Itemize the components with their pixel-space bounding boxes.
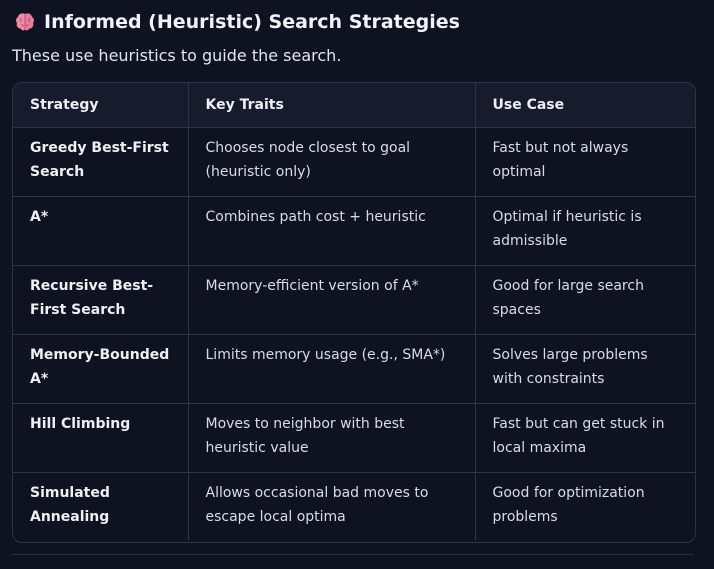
use-case-cell: Fast but can get stuck in local maxima <box>475 403 695 473</box>
table-row: Recursive Best-First Search Memory-effic… <box>13 265 695 335</box>
use-case-cell: Solves large problems with constraints <box>475 334 695 404</box>
traits-cell: Moves to neighbor with best heuristic va… <box>188 403 476 473</box>
traits-cell: Chooses node closest to goal (heuristic … <box>188 127 476 197</box>
traits-cell: Limits memory usage (e.g., SMA*) <box>188 334 476 404</box>
column-header-strategy: Strategy <box>13 83 189 128</box>
table-row: Memory-Bounded A* Limits memory usage (e… <box>13 334 695 404</box>
strategy-cell: Simulated Annealing <box>13 472 189 541</box>
page-title: Informed (Heuristic) Search Strategies <box>44 11 460 33</box>
strategy-cell: Greedy Best-First Search <box>13 127 189 197</box>
chat-message-content: Informed (Heuristic) Search Strategies T… <box>0 0 714 569</box>
intro-text: These use heuristics to guide the search… <box>12 46 342 65</box>
strategies-table: Strategy Key Traits Use Case Greedy Best… <box>12 82 696 543</box>
use-case-cell: Good for large search spaces <box>475 265 695 335</box>
table-row: Simulated Annealing Allows occasional ba… <box>13 472 695 541</box>
section-heading: Informed (Heuristic) Search Strategies <box>14 8 460 36</box>
use-case-cell: Good for optimization problems <box>492 484 645 525</box>
traits-cell: Memory-efficient version of A* <box>188 265 476 335</box>
strategy-cell: A* <box>13 196 189 266</box>
column-header-use-case: Use Case <box>475 83 695 128</box>
brain-icon <box>14 11 36 33</box>
traits-cell: Allows occasional bad moves to escape lo… <box>188 472 476 541</box>
use-case-cell: Optimal if heuristic is admissible <box>475 196 695 266</box>
table-row: A* Combines path cost + heuristic Optima… <box>13 196 695 266</box>
strategy-cell: Hill Climbing <box>13 403 189 473</box>
use-case-cell: Fast but not always optimal <box>475 127 695 197</box>
strategy-cell: Memory-Bounded A* <box>13 334 189 404</box>
strategy-cell: Recursive Best-First Search <box>13 265 189 335</box>
table-header-row: Strategy Key Traits Use Case <box>13 83 695 128</box>
traits-cell: Combines path cost + heuristic <box>188 196 476 266</box>
divider <box>12 554 694 555</box>
table-row: Greedy Best-First Search Chooses node cl… <box>13 127 695 197</box>
column-header-key-traits: Key Traits <box>188 83 476 128</box>
table-row: Hill Climbing Moves to neighbor with bes… <box>13 403 695 473</box>
